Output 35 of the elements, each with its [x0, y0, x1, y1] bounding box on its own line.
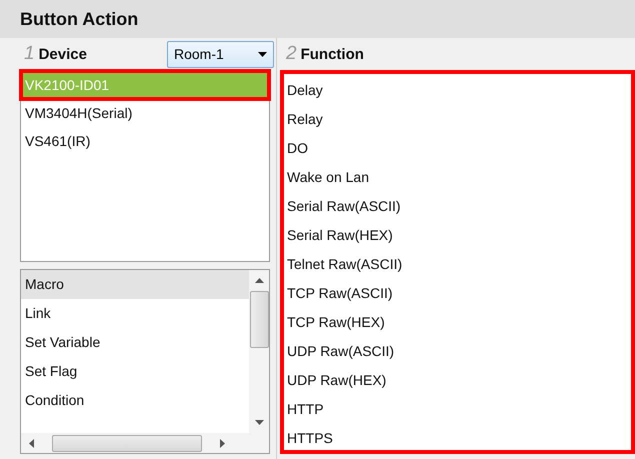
scroll-up-icon[interactable]	[254, 278, 264, 283]
function-item[interactable]: TCP Raw(ASCII)	[284, 279, 631, 308]
action-item[interactable]: Link	[21, 299, 249, 328]
function-item[interactable]: HTTP	[284, 395, 631, 424]
scroll-thumb[interactable]	[52, 434, 202, 452]
step-number: 1	[24, 43, 35, 65]
function-item[interactable]: Serial Raw(ASCII)	[284, 192, 631, 221]
vertical-scrollbar[interactable]	[249, 270, 269, 433]
function-item[interactable]: Telnet Raw(ASCII)	[284, 250, 631, 279]
horizontal-scrollbar[interactable]	[21, 433, 269, 453]
function-item[interactable]: DO	[284, 134, 631, 163]
scroll-thumb[interactable]	[250, 291, 268, 348]
function-item[interactable]: UDP Raw(ASCII)	[284, 337, 631, 366]
section-label: Function	[300, 46, 364, 62]
scroll-right-icon[interactable]	[220, 438, 225, 448]
action-item[interactable]: Macro	[21, 270, 249, 299]
device-item[interactable]: VM3404H(Serial)	[21, 99, 269, 127]
action-item[interactable]: Set Flag	[21, 357, 249, 386]
function-item[interactable]: Delay	[284, 76, 631, 105]
step-number: 2	[286, 43, 297, 65]
window-title: Button Action	[20, 8, 138, 30]
room-dropdown[interactable]: Room-1	[167, 40, 274, 68]
function-item[interactable]: Wake on Lan	[284, 163, 631, 192]
section-label: Device	[38, 46, 87, 62]
action-item[interactable]: Set Variable	[21, 328, 249, 357]
caret-icon	[258, 52, 267, 56]
function-item[interactable]: Serial Raw(HEX)	[284, 221, 631, 250]
function-item[interactable]: TCP Raw(HEX)	[284, 308, 631, 337]
scroll-left-icon[interactable]	[29, 438, 34, 448]
function-item[interactable]: Relay	[284, 105, 631, 134]
scroll-down-icon[interactable]	[254, 420, 264, 425]
action-item[interactable]: Condition	[21, 386, 249, 415]
function-item[interactable]: HTTPS	[284, 424, 631, 453]
device-item[interactable]: VS461(IR)	[21, 127, 269, 155]
function-item[interactable]: UDP Raw(HEX)	[284, 366, 631, 395]
